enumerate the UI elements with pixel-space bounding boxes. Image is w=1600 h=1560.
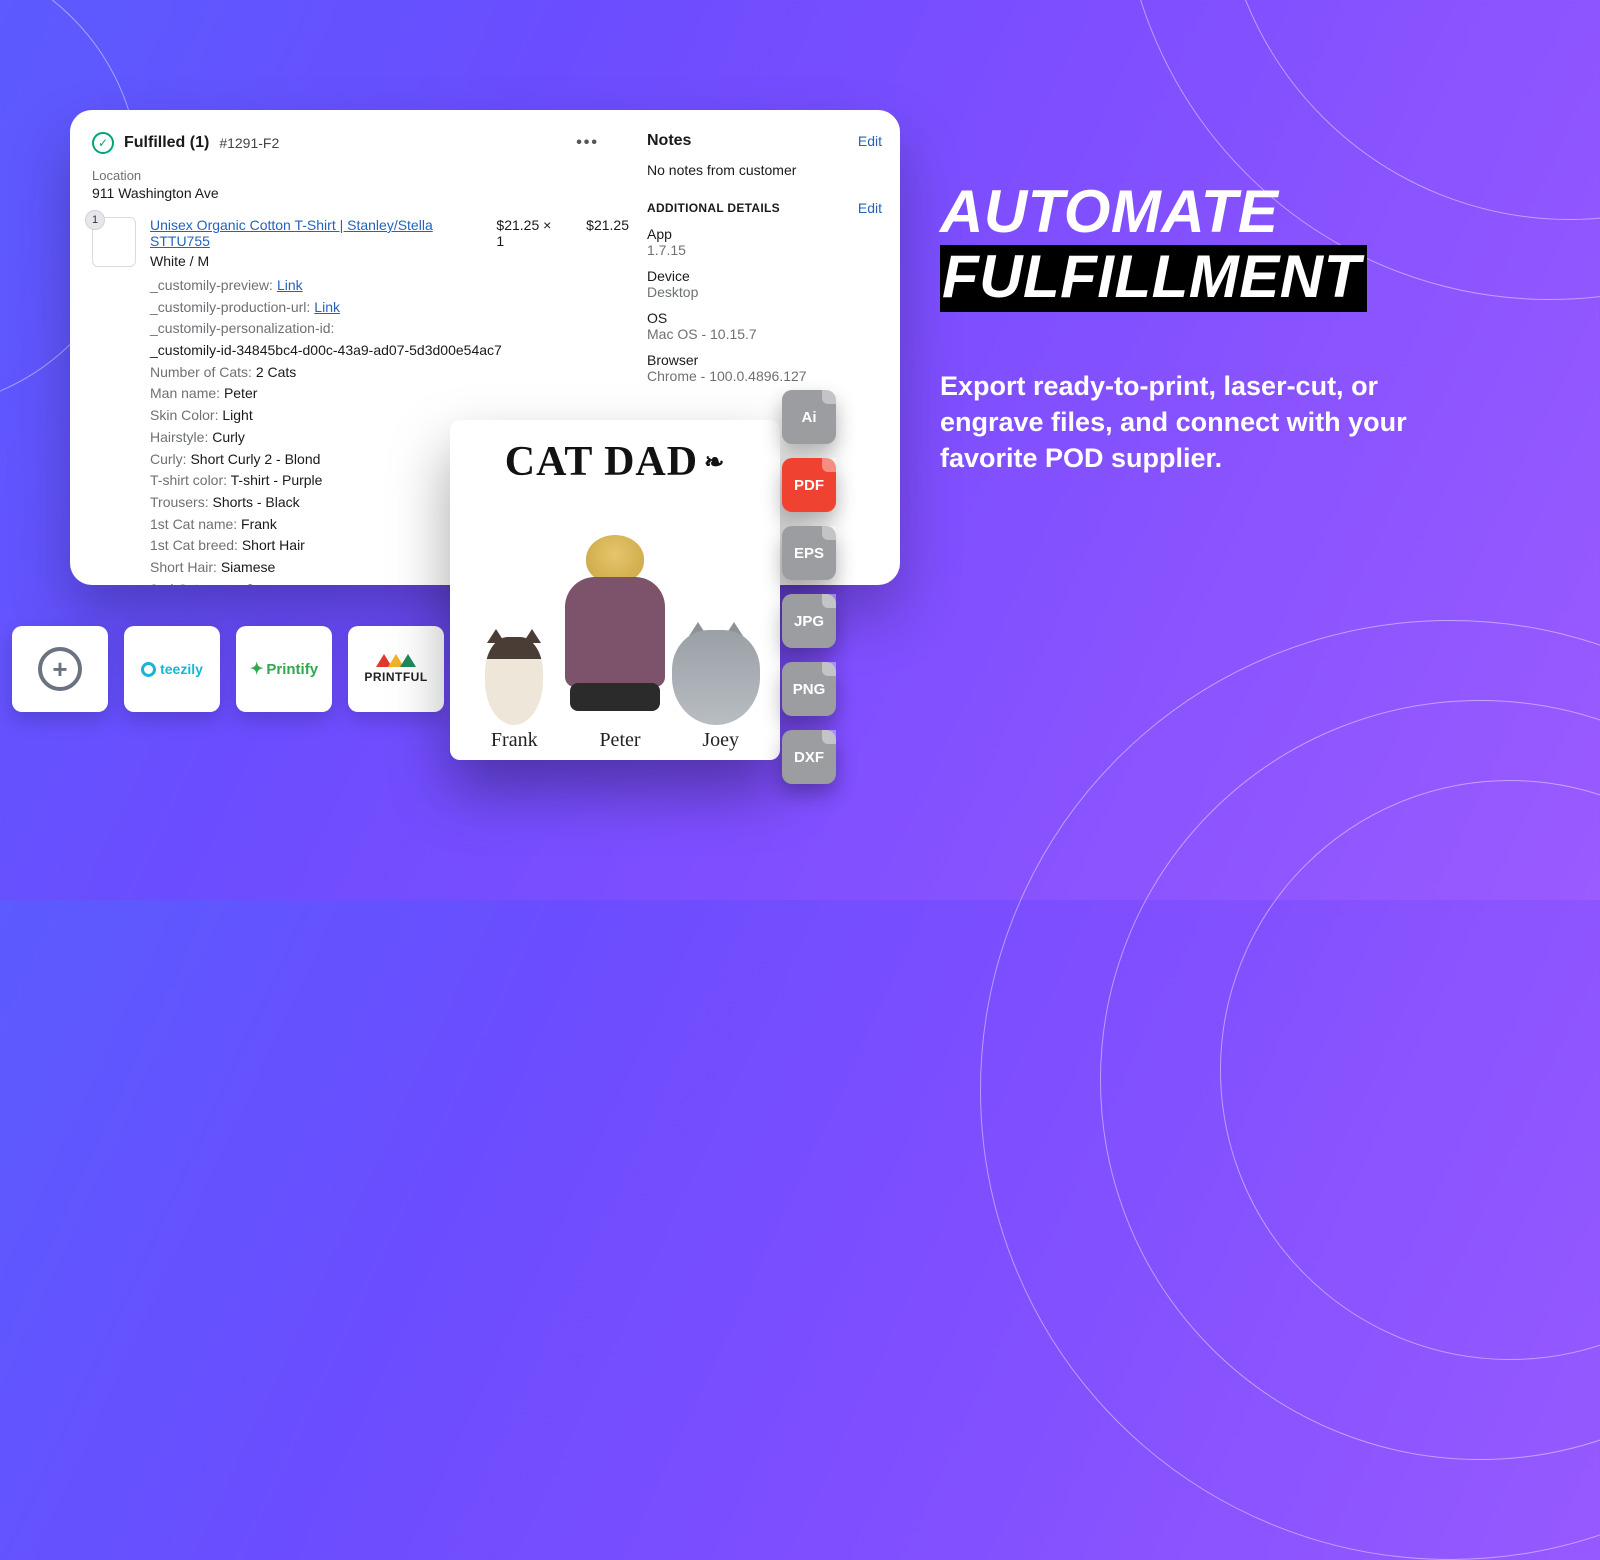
marketing-body: Export ready-to-print, laser-cut, or eng… [940, 368, 1460, 477]
supplier-tiles: + teezily ✦Printify PRINTFUL [0, 626, 444, 712]
attribute-link[interactable]: Link [314, 299, 340, 315]
name-3: Joey [702, 729, 739, 752]
attribute-row: Number of Cats: 2 Cats [150, 362, 629, 384]
teezily-label: teezily [160, 661, 203, 677]
teezily-icon [141, 662, 156, 677]
name-2: Peter [599, 729, 640, 752]
add-supplier-button[interactable]: + [12, 626, 108, 712]
product-title-link[interactable]: Unisex Organic Cotton T-Shirt | Stanley/… [150, 217, 484, 249]
attribute-row: _customily-preview:Link [150, 275, 629, 297]
edit-details-button[interactable]: Edit [858, 200, 882, 216]
printify-icon: ✦ [250, 659, 263, 679]
edit-notes-button[interactable]: Edit [858, 133, 882, 149]
qty-badge: 1 [85, 210, 105, 230]
marketing-headline: AUTOMATE FULFILLMENT [940, 180, 1560, 312]
detail-row: App1.7.15 [647, 226, 882, 258]
cat-figure-1 [474, 629, 554, 725]
printful-icon [378, 654, 414, 667]
plus-icon: + [38, 647, 82, 691]
printify-label: Printify [266, 661, 318, 678]
product-thumbnail[interactable]: 1 [92, 217, 136, 267]
additional-details-heading: ADDITIONAL DETAILS [647, 201, 780, 215]
order-number: #1291-F2 [219, 135, 279, 151]
export-file-types: Ai PDF EPS JPG PNG DXF [782, 390, 836, 784]
attribute-row: _customily-production-url:Link [150, 297, 629, 319]
cat-figure-2 [676, 622, 756, 725]
figure-names: Frank Peter Joey [460, 729, 770, 752]
variant: White / M [150, 253, 629, 269]
printful-label: PRINTFUL [364, 670, 427, 684]
attribute-row: Man name: Peter [150, 383, 629, 405]
marketing-copy: AUTOMATE FULFILLMENT Export ready-to-pri… [940, 180, 1560, 477]
attribute-row: _customily-personalization-id: [150, 318, 629, 340]
paw-icon: ❧ [704, 448, 725, 477]
more-actions-button[interactable]: ••• [576, 134, 629, 152]
price-each: $21.25 × 1 [496, 217, 558, 249]
name-1: Frank [491, 729, 538, 752]
detail-row: BrowserChrome - 100.0.4896.127 [647, 352, 882, 384]
detail-row: OSMac OS - 10.15.7 [647, 310, 882, 342]
person-figure [556, 535, 674, 725]
export-dxf-button[interactable]: DXF [782, 730, 836, 784]
supplier-printful[interactable]: PRINTFUL [348, 626, 444, 712]
design-preview: CAT DAD❧ Frank Peter Joey [450, 420, 780, 760]
location-value: 911 Washington Ave [92, 185, 629, 201]
design-title: CAT DAD❧ [505, 438, 725, 486]
notes-heading: Notes [647, 132, 691, 150]
export-png-button[interactable]: PNG [782, 662, 836, 716]
price-total: $21.25 [586, 217, 629, 249]
fulfilled-icon: ✓ [92, 132, 114, 154]
export-jpg-button[interactable]: JPG [782, 594, 836, 648]
detail-row: DeviceDesktop [647, 268, 882, 300]
supplier-printify[interactable]: ✦Printify [236, 626, 332, 712]
attribute-row: _customily-id-34845bc4-d00c-43a9-ad07-5d… [150, 340, 629, 362]
export-eps-button[interactable]: EPS [782, 526, 836, 580]
location-label: Location [92, 168, 629, 183]
attribute-link[interactable]: Link [277, 277, 303, 293]
fulfillment-status: Fulfilled (1) [124, 134, 209, 152]
supplier-teezily[interactable]: teezily [124, 626, 220, 712]
notes-empty: No notes from customer [647, 162, 882, 178]
export-pdf-button[interactable]: PDF [782, 458, 836, 512]
export-ai-button[interactable]: Ai [782, 390, 836, 444]
